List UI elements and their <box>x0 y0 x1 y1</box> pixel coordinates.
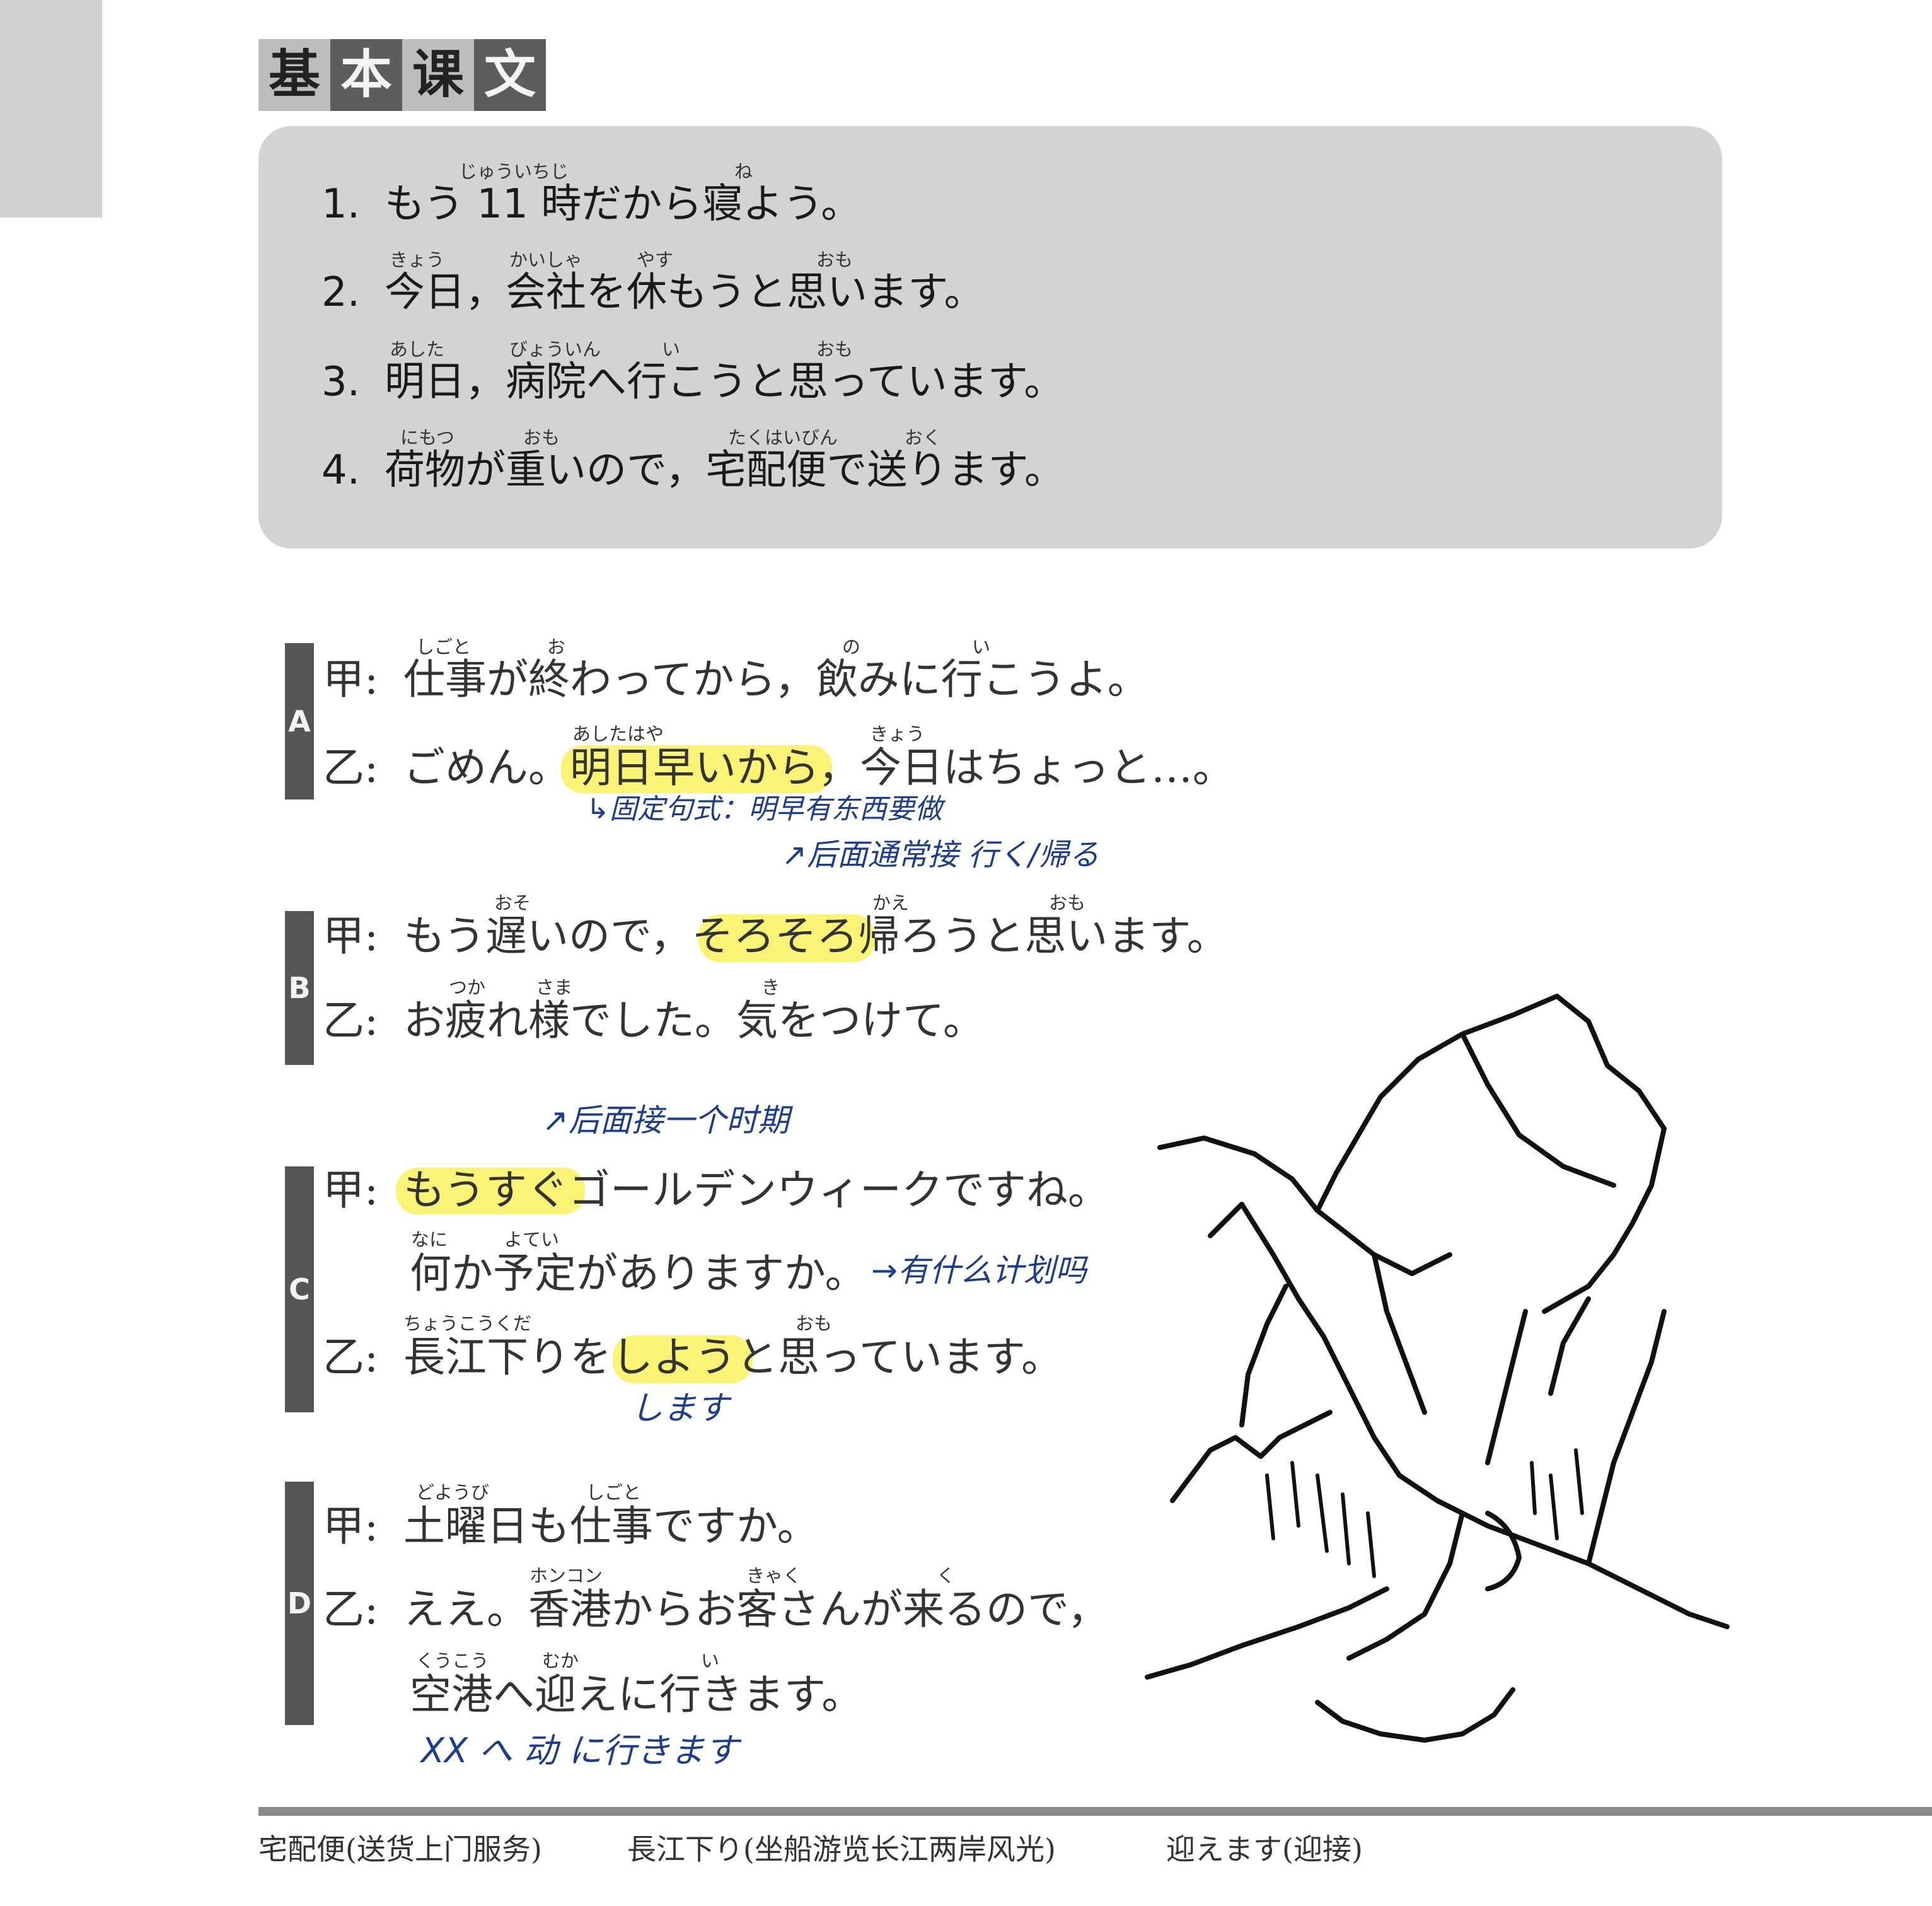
dialog-line: もう遅いので，そろそろ帰ろうと思います。 <box>403 912 1229 960</box>
speaker-label: 甲: <box>323 655 379 704</box>
dialog-label-a: A <box>285 643 314 799</box>
vocab-note: 迎えます(迎接) <box>1166 1832 1363 1866</box>
furigana: ちょうこうくだ <box>403 1313 532 1334</box>
title-char: 基 <box>258 39 330 111</box>
furigana: にもつ <box>400 427 454 448</box>
furigana: お <box>547 636 566 658</box>
furigana: きゃく <box>746 1565 802 1586</box>
title-char: 课 <box>402 39 474 111</box>
speaker-label: 甲: <box>323 912 379 960</box>
handwritten-note: ↗后面通常接 行く/帰る <box>782 837 1099 873</box>
dialog-line: もうすぐゴールデンウィークですね。 <box>403 1166 1110 1214</box>
furigana: おも <box>1049 892 1086 914</box>
dialog-line: ええ。香港からお客さんが来るので， <box>403 1585 1109 1634</box>
handwritten-note: →有什么计划吗 <box>871 1252 1087 1289</box>
furigana: い <box>662 339 681 360</box>
footer-rule <box>258 1807 1932 1816</box>
sentence-2: 2. 今日，会社を休もうと思います。 <box>321 269 985 316</box>
furigana: おも <box>816 339 853 360</box>
river-gorge-illustration <box>1145 994 1730 1743</box>
speaker-label: 甲: <box>323 1166 379 1214</box>
sentence-1: 1. もう 11 時だから寝よう。 <box>321 181 862 228</box>
furigana: きょう <box>390 249 445 270</box>
basic-sentences-box: じゅういちじ ね 1. もう 11 時だから寝よう。 きょう かいしゃ やす おも… <box>258 126 1722 549</box>
furigana: あした <box>390 339 445 360</box>
furigana: い <box>972 636 991 658</box>
furigana: じゅういちじ <box>459 161 569 182</box>
speaker-label: 乙: <box>323 743 379 792</box>
dialog-line: 長江下りをしようと思っています。 <box>403 1333 1063 1381</box>
furigana: たくはいびん <box>728 427 838 448</box>
handwritten-note: します <box>630 1390 729 1427</box>
furigana: さま <box>536 977 573 998</box>
vocab-note: 長江下り(坐船游览长江两岸风光) <box>627 1832 1056 1866</box>
corner-tab <box>0 0 102 218</box>
speaker-label: 乙: <box>323 1585 379 1634</box>
furigana: しごと <box>586 1482 642 1503</box>
dialog-line: 何か予定がありますか。 <box>410 1249 867 1298</box>
section-title: 基 本 课 文 <box>258 39 546 111</box>
furigana: く <box>937 1565 956 1586</box>
dialog-label-c: C <box>285 1166 314 1412</box>
vocab-note: 宅配便(送货上门服务) <box>258 1832 542 1866</box>
dialog-line: ごめん。明日早いから，今日はちょっと…。 <box>403 743 1235 792</box>
furigana: おく <box>905 427 942 448</box>
dialog-label-d: D <box>285 1482 314 1725</box>
furigana: おそ <box>494 892 531 914</box>
handwritten-note: ↗后面接一个时期 <box>542 1102 789 1139</box>
dialog-line: 仕事が終わってから，飲みに行こうよ。 <box>403 655 1149 704</box>
furigana: の <box>842 636 861 658</box>
furigana: なに <box>411 1229 448 1250</box>
dialog-line: お疲れ様でした。気をつけて。 <box>403 996 985 1045</box>
furigana: ホンコン <box>529 1565 603 1586</box>
furigana: よてい <box>504 1229 560 1250</box>
speaker-label: 乙: <box>323 1333 379 1381</box>
title-char: 文 <box>474 39 546 111</box>
furigana: おも <box>523 427 560 448</box>
furigana: い <box>701 1650 720 1671</box>
handwritten-note: ↳固定句式：明早有东西要做 <box>586 793 942 825</box>
furigana: かいしゃ <box>509 249 583 270</box>
furigana: くうこう <box>416 1650 489 1671</box>
furigana: やす <box>637 249 674 270</box>
furigana: どようび <box>416 1482 490 1503</box>
dialog-line: 土曜日も仕事ですか。 <box>403 1502 819 1550</box>
handwritten-note: XX へ 动 に行きます <box>421 1731 739 1770</box>
furigana: つか <box>449 977 486 998</box>
furigana: しごと <box>416 636 471 658</box>
furigana: おも <box>816 249 853 270</box>
furigana: あしたはや <box>572 723 664 745</box>
dialog-label-b: B <box>285 911 314 1065</box>
dialog-line: 空港へ迎えに行きます。 <box>410 1670 864 1719</box>
sentence-3: 3. 明日，病院へ行こうと思っています。 <box>321 359 1065 405</box>
furigana: きょう <box>870 723 925 745</box>
speaker-label: 甲: <box>323 1502 379 1550</box>
furigana: ね <box>734 161 753 182</box>
speaker-label: 乙: <box>323 996 379 1045</box>
furigana: き <box>761 977 780 998</box>
furigana: かえ <box>872 892 910 914</box>
furigana: びょういん <box>509 339 601 360</box>
title-char: 本 <box>330 39 402 111</box>
furigana: むか <box>542 1650 579 1671</box>
furigana: おも <box>795 1313 833 1334</box>
sentence-4: 4. 荷物が重いので，宅配便で送ります。 <box>321 447 1065 494</box>
